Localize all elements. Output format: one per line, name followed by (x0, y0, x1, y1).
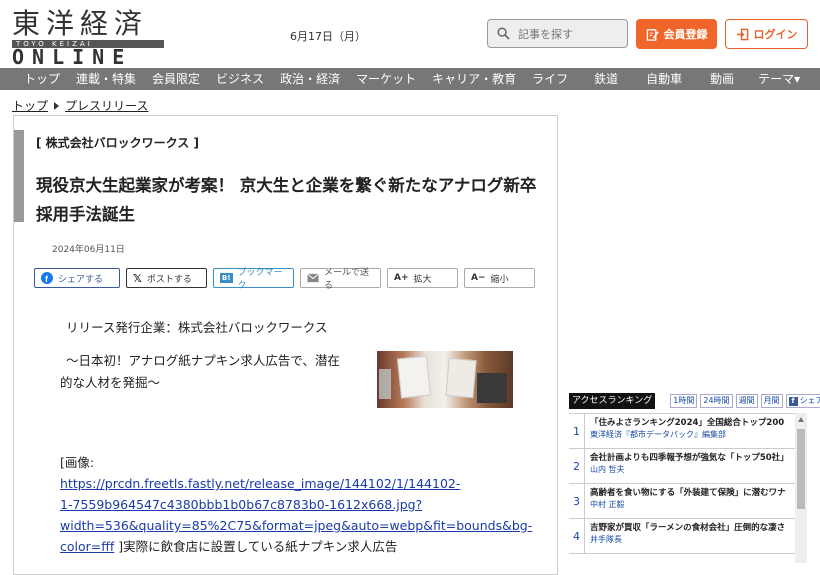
nav-item-market[interactable]: マーケット (348, 68, 424, 90)
bookmark-button[interactable]: B! ブックマーク (213, 268, 294, 291)
breadcrumb: トップ プレスリリース (12, 97, 148, 114)
nav-item-video[interactable]: 動画 (690, 68, 742, 90)
ranking-item[interactable]: 1 「住みよさランキング2024」全国総合トップ200 東洋経済『都市データパッ… (569, 414, 807, 449)
nav-item-railway[interactable]: 鉄道 (576, 68, 626, 90)
ranking-tab-24h[interactable]: 24時間 (700, 394, 733, 408)
facebook-share-button[interactable]: f シェアする (34, 268, 120, 288)
subtitle-line-2: 的な人材を発掘～ (60, 375, 161, 390)
search-input[interactable] (518, 24, 618, 44)
ranking-tab-monthly[interactable]: 月間 (760, 394, 783, 408)
site-header: 東洋経済 TOYO KEIZAI ONLINE 6月17日（月） 会員登録 ログ… (0, 0, 820, 68)
scroll-up-icon[interactable] (798, 417, 804, 422)
main-nav: トップ 連載・特集 会員限定 ビジネス 政治・経済 マーケット キャリア・教育 … (0, 68, 820, 90)
zoom-in-icon: A+ (394, 273, 409, 283)
image-url-line-3[interactable]: width=536&quality=85%2C75&format=jpeg&au… (60, 515, 532, 536)
ranking-source: 中村 正毅 (590, 500, 625, 509)
ranking-source: 山内 哲夫 (590, 465, 625, 474)
ranking-headline[interactable]: 高齢者を食い物にする「外装建て保険」に潜むワナ (590, 487, 795, 499)
breadcrumb-current-link[interactable]: プレスリリース (65, 97, 148, 114)
zoom-out-icon: A− (471, 273, 486, 283)
image-caption-line: color=fff ]実際に飲食店に設置している紙ナプキン求人広告 (60, 536, 397, 557)
napkin-ad-photo[interactable] (377, 351, 513, 408)
ranking-list: 1 「住みよさランキング2024」全国総合トップ200 東洋経済『都市データパッ… (569, 413, 807, 554)
ranking-item[interactable]: 3 高齢者を食い物にする「外装建て保険」に潜むワナ 中村 正毅 (569, 484, 807, 519)
ranking-headline[interactable]: 吉野家が買収「ラーメンの食材会社」圧倒的な凄さ (590, 522, 795, 534)
x-post-button[interactable]: 𝕏 ポストする (126, 268, 207, 288)
company-tag: [ 株式会社バロックワークス ] (36, 136, 199, 150)
logo-bottom-text: ONLINE (12, 45, 133, 69)
search-icon (497, 27, 510, 40)
ranking-source: 東洋経済『都市データパック』編集部 (590, 430, 726, 439)
edit-icon (646, 28, 659, 41)
nav-item-politics[interactable]: 政治・経済 (272, 68, 348, 90)
ranking-number: 1 (569, 414, 585, 448)
ranking-source: 井手隊長 (590, 535, 622, 544)
nav-item-members[interactable]: 会員限定 (144, 68, 208, 90)
zoom-in-button[interactable]: A+ 拡大 (387, 268, 458, 288)
nav-item-career[interactable]: キャリア・教育 (424, 68, 524, 90)
ranking-share-button[interactable]: f シェア (785, 394, 820, 408)
login-button[interactable]: ログイン (725, 19, 808, 49)
ranking-headline[interactable]: 「住みよさランキング2024」全国総合トップ200 (590, 417, 795, 429)
article-body: [ 株式会社バロックワークス ] 現役京大生起業家が考案！ 京大生と企業を繋ぐ新… (13, 115, 558, 575)
mail-icon (307, 273, 319, 283)
hatena-bookmark-icon: B! (220, 273, 233, 283)
nav-item-automobile[interactable]: 自動車 (626, 68, 690, 90)
scroll-thumb[interactable] (797, 429, 805, 509)
image-caption: ]実際に飲食店に設置している紙ナプキン求人広告 (114, 539, 398, 554)
facebook-icon: f (788, 396, 798, 406)
image-url-line-4[interactable]: color=fff (60, 539, 114, 554)
ranking-tab-1h[interactable]: 1時間 (670, 394, 698, 408)
facebook-share-label: シェアする (58, 274, 104, 285)
article-headline: 現役京大生起業家が考案！ 京大生と企業を繋ぐ新たなアナログ新卒採用手法誕生 (36, 176, 537, 224)
nav-item-top[interactable]: トップ (0, 68, 68, 90)
ranking-number: 3 (569, 484, 585, 518)
facebook-icon: f (41, 272, 53, 284)
nav-item-life[interactable]: ライフ (524, 68, 576, 90)
ranking-number: 4 (569, 519, 585, 553)
breadcrumb-top-link[interactable]: トップ (12, 97, 48, 114)
zoom-out-button[interactable]: A− 縮小 (464, 268, 535, 288)
mail-button[interactable]: メールで送る (300, 268, 381, 291)
share-buttons: f シェアする 𝕏 ポストする B! ブックマーク メールで送る A+ 拡大 A… (34, 268, 535, 291)
ranking-item[interactable]: 4 吉野家が買収「ラーメンの食材会社」圧倒的な凄さ 井手隊長 (569, 519, 807, 554)
register-button[interactable]: 会員登録 (636, 19, 717, 49)
login-icon (736, 28, 748, 40)
logo-main-text: 東洋経済 (12, 7, 149, 40)
ranking-headline[interactable]: 会社計画よりも四季報予想が強気な「トップ50社」 (590, 452, 795, 464)
x-post-label: ポストする (146, 274, 192, 285)
nav-item-business[interactable]: ビジネス (208, 68, 272, 90)
ranking-number: 2 (569, 449, 585, 483)
image-label: [画像: (60, 455, 95, 470)
ranking-scrollbar[interactable] (795, 413, 807, 563)
access-ranking: アクセスランキング 1時間 24時間 週間 月間 f シェア 1 「住みよさラン… (569, 393, 820, 563)
current-date: 6月17日（月） (290, 30, 366, 43)
site-logo[interactable]: 東洋経済 TOYO KEIZAI ONLINE (12, 7, 172, 67)
article-date: 2024年06月11日 (52, 245, 125, 255)
search-box[interactable] (487, 19, 628, 48)
zoom-out-label: 縮小 (490, 274, 509, 285)
breadcrumb-arrow-icon (54, 101, 60, 110)
nav-item-theme[interactable]: テーマ▾ (742, 68, 808, 90)
release-company-text: リリース発行企業：株式会社バロックワークス (66, 320, 328, 335)
article-accent-bar (14, 130, 24, 222)
x-icon: 𝕏 (133, 271, 142, 285)
bookmark-label: ブックマーク (237, 268, 283, 291)
register-label: 会員登録 (663, 28, 708, 41)
image-url-line-2[interactable]: 1-7559b964547c4380bbb1b0b67c8783b0-1612x… (60, 494, 422, 515)
ranking-title: アクセスランキング (569, 393, 656, 409)
ranking-share-label: シェア (799, 396, 820, 405)
subtitle-line-1: ～日本初！アナログ紙ナプキン求人広告で、潜在 (66, 353, 340, 368)
ranking-header: アクセスランキング 1時間 24時間 週間 月間 f シェア (569, 393, 820, 409)
login-label: ログイン (753, 28, 798, 41)
ranking-item[interactable]: 2 会社計画よりも四季報予想が強気な「トップ50社」 山内 哲夫 (569, 449, 807, 484)
nav-item-series[interactable]: 連載・特集 (68, 68, 144, 90)
ranking-tab-weekly[interactable]: 週間 (735, 394, 758, 408)
mail-label: メールで送る (324, 268, 370, 291)
image-url-line-1[interactable]: https://prcdn.freetls.fastly.net/release… (60, 473, 460, 494)
zoom-in-label: 拡大 (413, 274, 432, 285)
